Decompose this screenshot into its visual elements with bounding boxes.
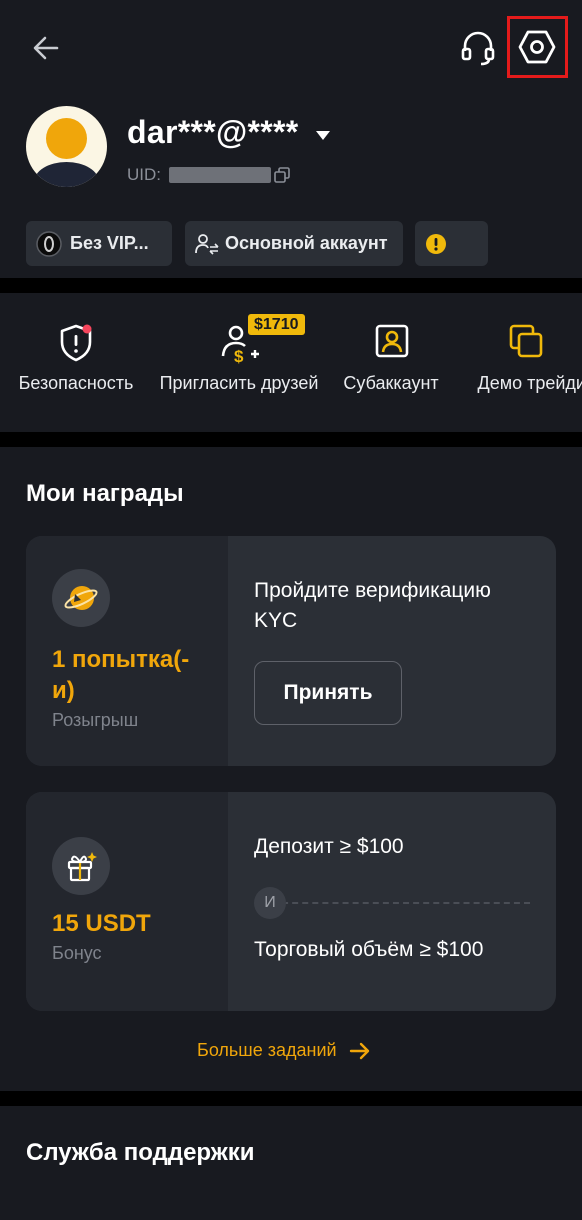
gift-icon <box>52 837 110 895</box>
uid-label: UID: <box>127 165 161 184</box>
task-divider <box>272 902 530 904</box>
lottery-planet-icon <box>52 569 110 627</box>
settings-hexagon-icon <box>518 30 556 64</box>
quick-action-demo-trading-label: Демо трейдинг <box>477 373 582 393</box>
subaccount-icon <box>375 324 409 358</box>
reward-card-lottery[interactable]: 1 попытка(- и) Розыгрыш Пройдите верифик… <box>26 536 556 766</box>
vip-chip-label: Без VIP... <box>70 233 149 253</box>
quick-action-subaccount[interactable] <box>374 323 410 359</box>
verification-warning-chip[interactable] <box>415 221 488 266</box>
shield-alert-icon <box>60 324 92 362</box>
user-switch-icon <box>195 233 219 255</box>
more-tasks-label: Больше заданий <box>197 1040 337 1060</box>
and-connector: И <box>254 887 286 919</box>
vip-level-chip[interactable]: Без VIP... <box>26 221 172 266</box>
svg-text:$: $ <box>234 347 244 365</box>
headset-icon <box>461 31 495 66</box>
account-email[interactable]: dar***@**** <box>127 114 332 151</box>
trading-volume-task: Торговый объём ≥ $100 <box>254 938 484 961</box>
main-account-chip[interactable]: Основной аккаунт <box>185 221 403 266</box>
customer-support-button[interactable] <box>456 26 500 70</box>
accept-button[interactable]: Принять <box>254 661 402 725</box>
customer-support-section: Служба поддержки <box>0 1106 582 1220</box>
rewards-title: Мои награды <box>26 480 184 507</box>
uid-masked-value <box>169 167 271 183</box>
lottery-attempts-line2: и) <box>52 677 75 704</box>
caret-down-icon <box>315 130 330 140</box>
quick-action-invite-friends-label: Пригласить друзей <box>159 373 319 393</box>
kyc-task-line1: Пройдите верификацию <box>254 579 491 602</box>
support-title: Служба поддержки <box>26 1139 255 1166</box>
bonus-caption: Бонус <box>52 943 102 963</box>
reward-card-bonus-summary: 15 USDT Бонус <box>26 792 228 1011</box>
deposit-task: Депозит ≥ $100 <box>254 835 404 858</box>
copy-icon[interactable] <box>273 166 291 184</box>
my-rewards-section: Мои награды 1 попытка(- и) Розыгрыш Прой… <box>0 447 582 1091</box>
settings-button[interactable] <box>514 24 560 70</box>
reward-card-lottery-summary: 1 попытка(- и) Розыгрыш <box>26 536 228 766</box>
vip-coin-icon <box>36 230 62 257</box>
profile-header-section: dar***@**** UID: Без VIP... Основной акк… <box>0 0 582 278</box>
back-button[interactable] <box>24 26 68 70</box>
arrow-left-icon <box>33 36 59 60</box>
main-account-chip-label: Основной аккаунт <box>225 233 388 253</box>
reward-card-bonus[interactable]: 15 USDT Бонус Депозит ≥ $100 И Торговый … <box>26 792 556 1011</box>
demo-trading-icon <box>509 324 543 358</box>
quick-action-demo-trading[interactable] <box>508 323 544 359</box>
kyc-task-line2: KYC <box>254 609 298 632</box>
lottery-attempts-line1: 1 попытка(- <box>52 646 190 673</box>
quick-action-security[interactable] <box>58 323 94 363</box>
warning-icon <box>426 233 446 254</box>
avatar[interactable] <box>26 106 107 187</box>
quick-action-subaccount-label: Субаккаунт <box>343 373 439 393</box>
quick-action-security-label: Безопасность <box>18 373 134 393</box>
lottery-caption: Розыгрыш <box>52 710 139 730</box>
email-text: dar***@**** <box>127 114 299 150</box>
bonus-value: 15 USDT <box>52 910 151 937</box>
referral-reward-badge: $1710 <box>248 314 305 335</box>
uid-row: UID: <box>127 165 291 185</box>
arrow-right-icon <box>349 1042 369 1059</box>
more-tasks-link[interactable]: Больше заданий <box>197 1040 371 1061</box>
